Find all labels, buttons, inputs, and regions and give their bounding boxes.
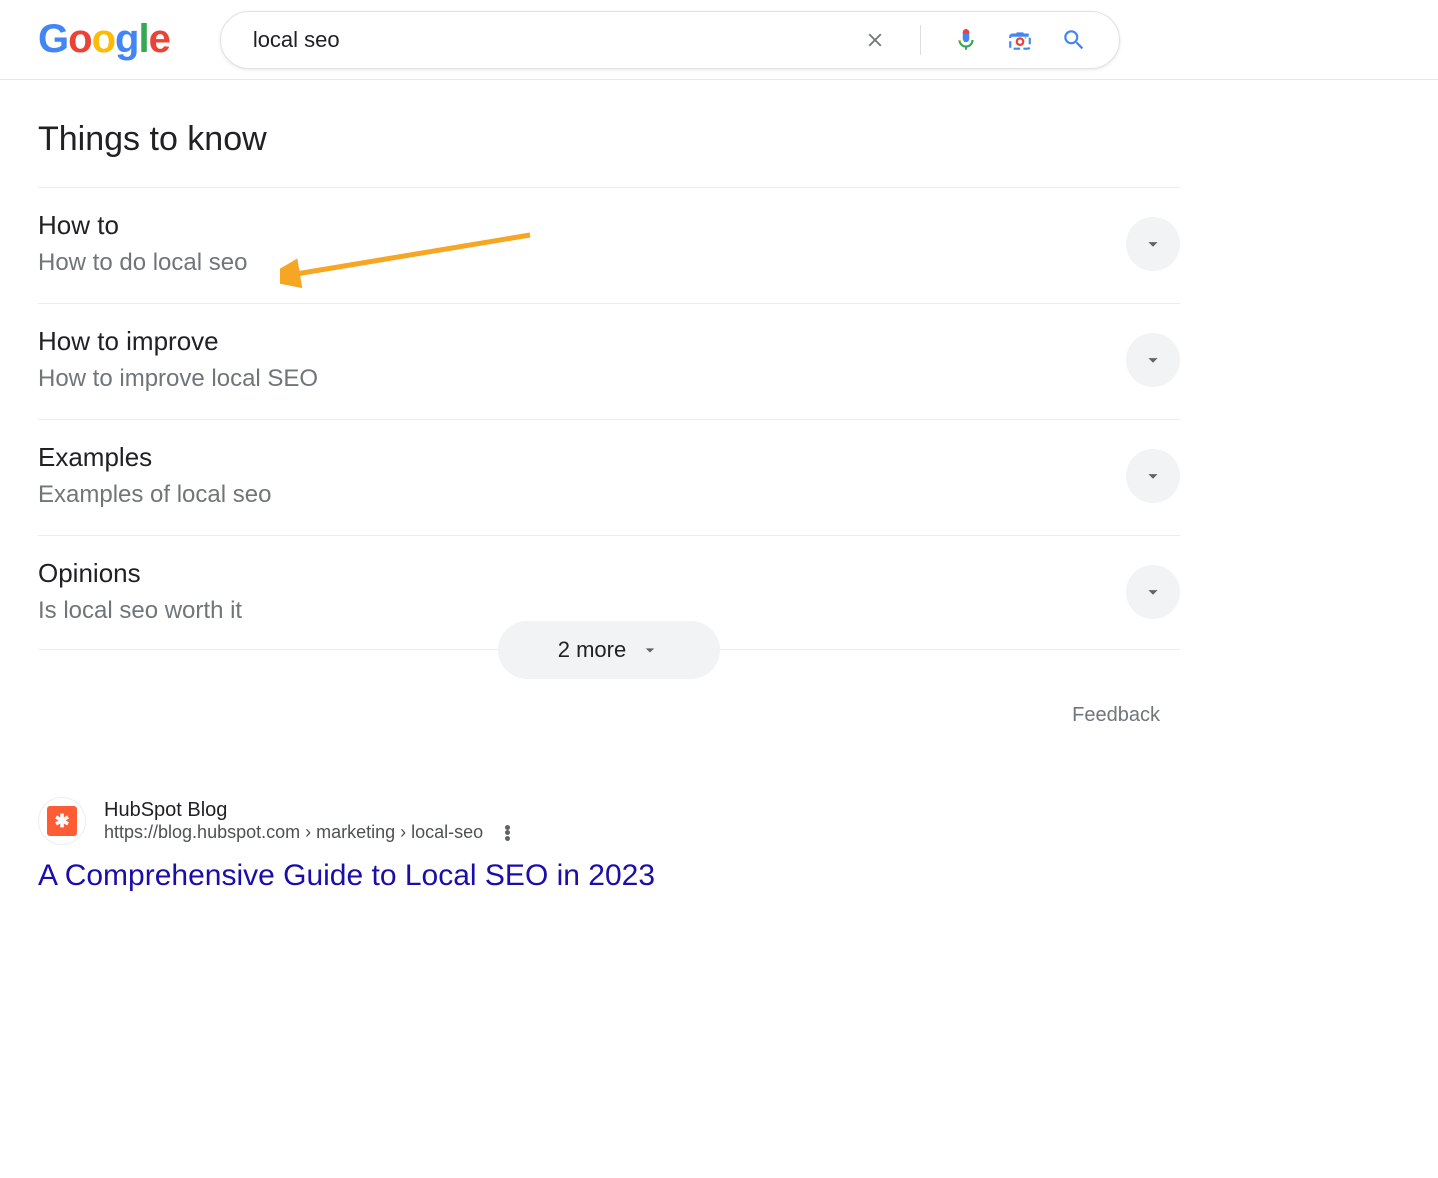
ttk-title: How to — [38, 210, 247, 241]
more-label: 2 more — [558, 637, 626, 663]
result-favicon: ✱ — [38, 797, 86, 845]
result-title-link[interactable]: A Comprehensive Guide to Local SEO in 20… — [38, 859, 1180, 893]
expand-button[interactable] — [1126, 449, 1180, 503]
ttk-item-how-to[interactable]: How to How to do local seo — [38, 187, 1180, 303]
search-bar[interactable] — [220, 11, 1120, 69]
result-url: https://blog.hubspot.com › marketing › l… — [104, 822, 483, 843]
ttk-title: How to improve — [38, 326, 318, 357]
show-more-button[interactable]: 2 more — [498, 621, 720, 679]
more-row: 2 more — [38, 649, 1180, 708]
ttk-item-examples[interactable]: Examples Examples of local seo — [38, 419, 1180, 535]
hubspot-icon: ✱ — [47, 806, 77, 836]
search-icon[interactable] — [1061, 27, 1087, 53]
search-input[interactable] — [253, 27, 862, 53]
voice-search-icon[interactable] — [953, 27, 979, 53]
google-logo[interactable]: Google — [38, 17, 170, 62]
ttk-title: Opinions — [38, 558, 242, 589]
things-to-know-heading: Things to know — [38, 120, 1180, 159]
chevron-down-icon — [1142, 233, 1164, 255]
clear-icon[interactable] — [862, 27, 888, 53]
image-search-icon[interactable] — [1007, 27, 1033, 53]
search-header: Google — [0, 0, 1438, 80]
ttk-sub: How to do local seo — [38, 249, 247, 277]
search-result: ✱ HubSpot Blog https://blog.hubspot.com … — [38, 797, 1180, 893]
chevron-down-icon — [1142, 465, 1164, 487]
chevron-down-icon — [1142, 581, 1164, 603]
ttk-sub: Is local seo worth it — [38, 597, 242, 625]
divider — [920, 25, 921, 55]
expand-button[interactable] — [1126, 217, 1180, 271]
chevron-down-icon — [640, 640, 660, 660]
expand-button[interactable] — [1126, 333, 1180, 387]
expand-button[interactable] — [1126, 565, 1180, 619]
ttk-item-how-to-improve[interactable]: How to improve How to improve local SEO — [38, 303, 1180, 419]
result-options-icon[interactable] — [497, 823, 517, 843]
main-content: Things to know How to How to do local se… — [0, 80, 1180, 893]
chevron-down-icon — [1142, 349, 1164, 371]
result-site-name: HubSpot Blog — [104, 799, 517, 822]
ttk-sub: How to improve local SEO — [38, 365, 318, 393]
ttk-title: Examples — [38, 442, 271, 473]
ttk-sub: Examples of local seo — [38, 481, 271, 509]
